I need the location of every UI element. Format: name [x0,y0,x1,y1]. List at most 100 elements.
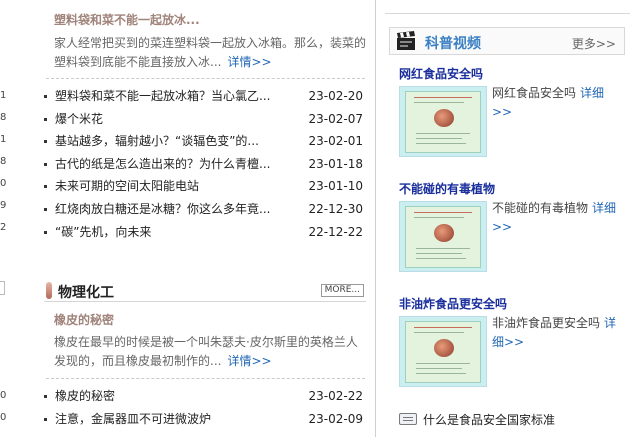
thumbnail-frame [405,206,481,268]
thumbnail-text-line [416,253,462,254]
news-title[interactable]: 基站越多，辐射越小？“谈辐色变”的... [55,130,300,153]
featured-article-title[interactable]: 塑料袋和菜不能一起放冰... [54,12,366,28]
bullet-icon [44,117,47,121]
list-item[interactable]: 注意，金属器皿不可进微波炉 23-02-09 [44,408,365,431]
bullet-icon [44,395,47,398]
news-title[interactable]: 塑料袋和菜不能一起放冰箱？当心氯乙... [55,85,300,108]
thumbnail-text-line [416,373,466,374]
news-title[interactable]: 古代的纸是怎么造出来的？为什么青檀... [55,153,300,176]
thumbnail-text-line [416,143,466,144]
news-title[interactable]: “碳”先机，向未来 [55,221,300,244]
bullet-icon [44,417,47,421]
thumbnail-text-line [416,248,470,249]
news-date: 23-02-20 [308,89,363,103]
sidebar-header: 科普视频 更多>> [389,27,625,55]
video-title-link[interactable]: 非油炸食品更安全吗 [399,295,507,312]
featured-article-summary: 家人经常把买到的菜连塑料袋一起放入冰箱。那么，装菜的塑料袋到底能不能直接放入冰.… [54,34,366,72]
thumbnail-text-line [414,97,472,98]
news-list: 橡皮的秘密 23-02-22 注意，金属器皿不可进微波炉 23-02-09 [44,385,365,430]
news-title[interactable]: 爆个米花 [55,108,300,131]
list-item[interactable]: 未来可期的空间太阳能电站 23-01-10 [44,175,365,198]
edge-number: 1 [0,134,7,145]
section-more-button[interactable]: MORE... [320,284,364,297]
thumbnail-emblem [434,339,454,357]
news-date: 23-02-22 [308,389,363,403]
left-column: 1 8 1 8 0 9 2 0 0 塑料袋和菜不能一起放冰... 家人经常把买到… [0,0,375,437]
edge-number: 0 [0,412,7,423]
video-description: 非油炸食品更安全吗 详细>> [492,314,622,352]
video-thumbnail[interactable] [399,201,487,272]
thumbnail-text-line [416,258,466,259]
news-date: 23-02-07 [308,111,363,126]
thumbnail-text-line [416,363,470,364]
list-item[interactable]: 塑料袋和菜不能一起放冰箱？当心氯乙... 23-02-20 [44,85,365,108]
list-item[interactable]: “碳”先机，向未来 22-12-22 [44,221,365,244]
edge-number: 8 [0,156,7,167]
news-date: 23-01-10 [308,179,363,194]
news-date: 23-02-09 [308,411,363,426]
edge-number: 0 [0,390,7,401]
featured-article-summary: 橡皮在最早的时候是被一个叫朱瑟夫·皮尔斯里的英格兰人发现的，而且橡皮最初制作的.… [54,333,366,371]
list-item[interactable]: 橡皮的秘密 23-02-22 [44,385,365,408]
video-desc-text: 非油炸食品更安全吗 [492,316,601,330]
section-pillar-icon [46,282,52,299]
featured-article-title[interactable]: 橡皮的秘密 [54,312,366,328]
clapperboard-icon [397,31,415,50]
news-date: 23-02-01 [308,134,363,149]
thumbnail-emblem [434,109,454,127]
summary-text: 橡皮在最早的时候是被一个叫朱瑟夫·皮尔斯里的英格兰人发现的，而且橡皮最初制作的.… [54,335,358,368]
video-title-link[interactable]: 网红食品安全吗 [399,65,483,82]
thumbnail-text-line [416,133,470,134]
news-date: 22-12-30 [308,201,363,216]
video-thumbnail[interactable] [399,86,487,157]
thumbnail-frame [405,321,481,383]
thumbnail-text-line [414,217,464,218]
thumbnail-text-line [416,368,462,369]
news-title[interactable]: 橡皮的秘密 [55,385,300,408]
read-more-link[interactable]: 详情>> [227,354,271,368]
bullet-icon [44,140,47,144]
thumbnail-text-line [414,102,464,103]
bullet-icon [44,185,47,189]
video-thumbnail[interactable] [399,316,487,387]
list-item[interactable]: 爆个米花 23-02-07 [44,108,365,131]
edge-number: 2 [0,222,7,233]
dashed-divider [46,78,365,79]
thumbnail-text-line [416,138,462,139]
featured-article-bottom: 橡皮的秘密 橡皮在最早的时候是被一个叫朱瑟夫·皮尔斯里的英格兰人发现的，而且橡皮… [54,312,366,371]
video-description: 网红食品安全吗 详细>> [492,84,622,122]
clipped-left-box [0,281,5,295]
thumbnail-text-line [414,327,472,328]
sidebar-top-border [385,13,630,14]
thumbnail-frame [405,91,481,153]
bullet-icon [44,162,47,166]
video-description: 不能碰的有毒植物 详细>> [492,199,622,237]
sidebar-list-item-text: 什么是食品安全国家标准 [423,413,556,427]
edge-number: 9 [0,200,7,211]
sidebar-popular-science-videos: 科普视频 更多>> 网红食品安全吗 网红食品安全吗 详细>> 不能碰的有毒植物 不… [385,0,630,437]
sidebar-more-link[interactable]: 更多>> [572,35,616,52]
news-date: 22-12-22 [308,224,363,239]
video-title-link[interactable]: 不能碰的有毒植物 [399,180,495,197]
list-item[interactable]: 基站越多，辐射越小？“谈辐色变”的... 23-02-01 [44,130,365,153]
list-item[interactable]: 红烧肉放白糖还是冰糖？你这么多年竟... 22-12-30 [44,198,365,221]
bullet-icon [44,95,47,98]
sidebar-title: 科普视频 [425,36,481,52]
list-item[interactable]: 古代的纸是怎么造出来的？为什么青檀... 23-01-18 [44,153,365,176]
sidebar-list-item[interactable]: 什么是食品安全国家标准 [399,411,555,428]
summary-text: 家人经常把买到的菜连塑料袋一起放入冰箱。那么，装菜的塑料袋到底能不能直接放入冰.… [54,36,367,69]
section-title: 物理化工 [58,285,114,301]
video-desc-text: 网红食品安全吗 [492,86,577,100]
column-divider [375,0,376,437]
bullet-icon [44,230,47,234]
dashed-divider [46,378,365,379]
edge-number: 0 [0,178,7,189]
thumbnail-emblem [434,224,454,242]
document-icon [399,413,417,425]
read-more-link[interactable]: 详情>> [227,55,271,69]
news-title[interactable]: 注意，金属器皿不可进微波炉 [55,408,300,431]
section-header-physics-chemistry: 物理化工 MORE... [44,280,366,302]
edge-number: 8 [0,112,7,123]
news-title[interactable]: 未来可期的空间太阳能电站 [55,175,300,198]
news-title[interactable]: 红烧肉放白糖还是冰糖？你这么多年竟... [55,198,300,221]
